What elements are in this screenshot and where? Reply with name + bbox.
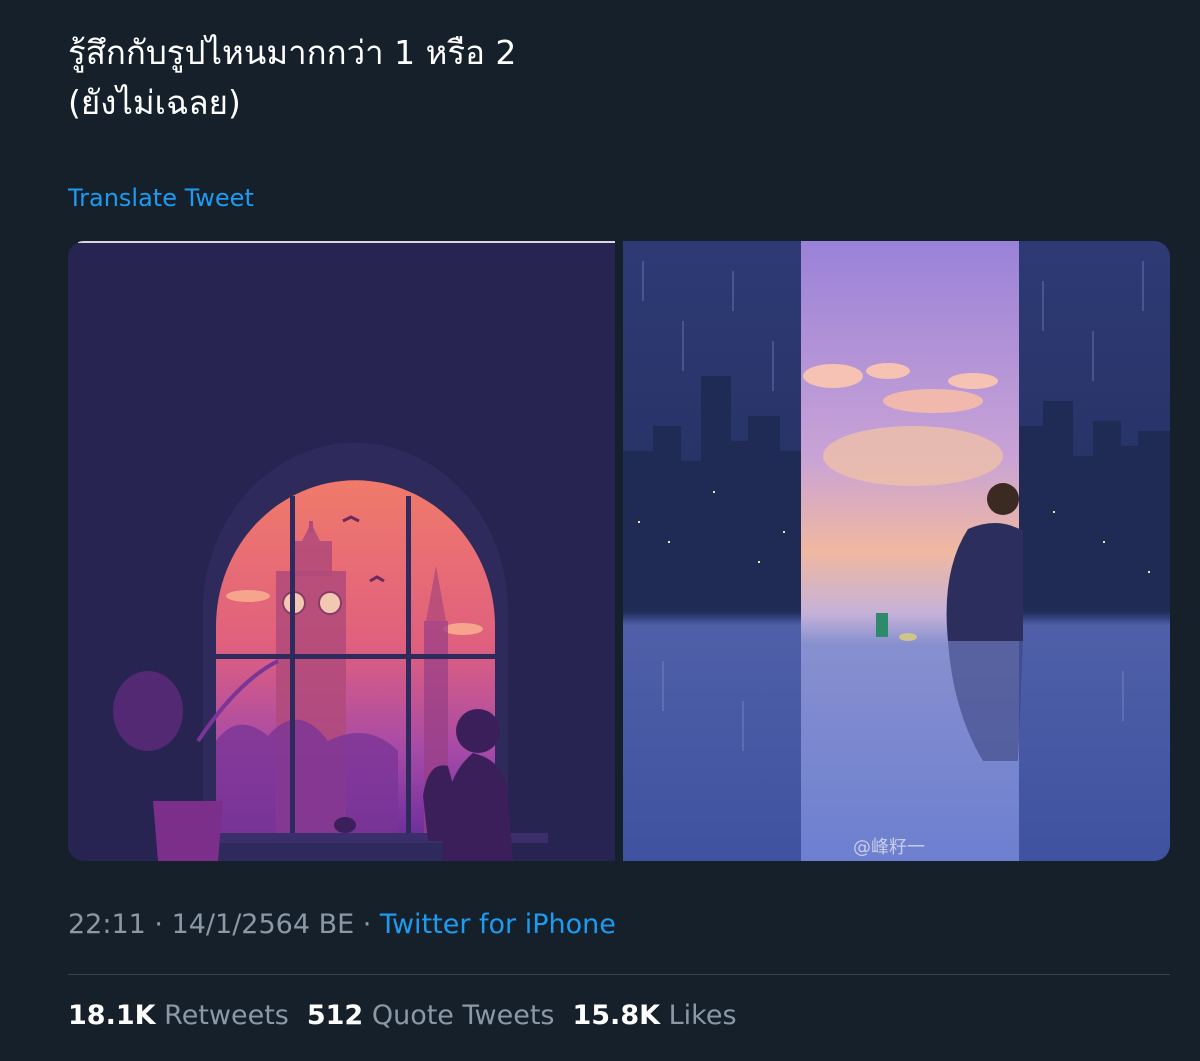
image-watermark: @峰籽一	[853, 837, 925, 858]
meta-separator: ·	[145, 909, 172, 940]
tweet-image-2[interactable]: @峰籽一	[623, 241, 1170, 861]
translate-tweet-link[interactable]: Translate Tweet	[68, 184, 254, 212]
tweet-time[interactable]: 22:11	[68, 909, 146, 940]
rain-city-illustration	[623, 241, 1170, 861]
tweet-stats: 18.1K Retweets 512 Quote Tweets 15.8K Li…	[68, 1000, 737, 1031]
window-illustration	[68, 241, 615, 861]
quote-tweets-count: 512	[306, 1000, 364, 1031]
meta-separator: ·	[354, 909, 380, 940]
media-grid: @峰籽一	[68, 241, 1170, 861]
tweet-text-line-2: (ยังไม่เฉลย)	[68, 83, 241, 122]
retweets-label: Retweets	[164, 1000, 289, 1031]
retweets-count: 18.1K	[68, 1000, 156, 1031]
likes-stat[interactable]: 15.8K Likes	[572, 1000, 736, 1031]
tweet-text: รู้สึกกับรูปไหนมากกว่า 1 หรือ 2 (ยังไม่เ…	[68, 28, 516, 128]
likes-count: 15.8K	[572, 1000, 661, 1031]
divider	[68, 974, 1170, 975]
tweet-meta: 22:11 · 14/1/2564 BE · Twitter for iPhon…	[68, 909, 616, 940]
quote-tweets-label: Quote Tweets	[371, 1000, 555, 1031]
retweets-stat[interactable]: 18.1K Retweets	[68, 1000, 289, 1031]
tweet-date[interactable]: 14/1/2564 BE	[172, 909, 355, 940]
tweet-source-link[interactable]: Twitter for iPhone	[380, 909, 616, 940]
quote-tweets-stat[interactable]: 512 Quote Tweets	[307, 1000, 555, 1031]
likes-label: Likes	[668, 1000, 737, 1031]
tweet-image-1[interactable]	[68, 241, 615, 861]
tweet-text-line-1: รู้สึกกับรูปไหนมากกว่า 1 หรือ 2	[68, 33, 517, 72]
